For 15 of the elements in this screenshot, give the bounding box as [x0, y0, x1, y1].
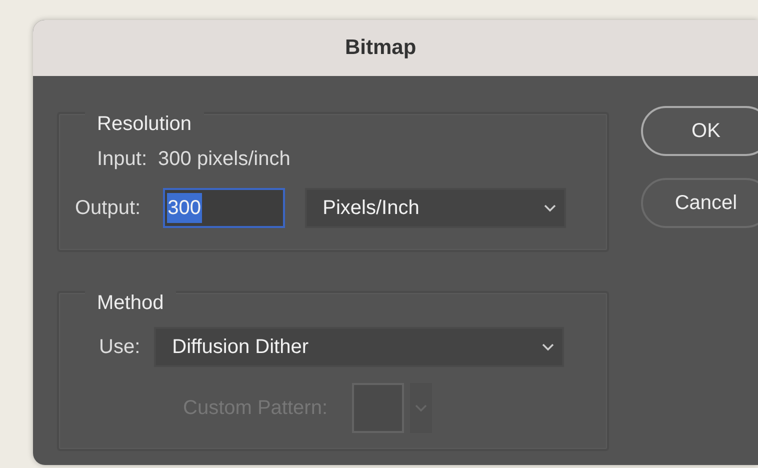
output-label: Output: — [75, 196, 141, 221]
input-label: Input: — [97, 147, 148, 172]
chevron-icon — [414, 404, 427, 412]
ok-button[interactable]: OK — [641, 106, 758, 156]
use-label: Use: — [99, 335, 140, 360]
unit-dropdown[interactable]: Pixels/Inch — [304, 188, 566, 228]
output-field[interactable]: 300 — [162, 188, 285, 228]
window-title: Bitmap — [345, 35, 416, 62]
pattern-swatch[interactable] — [352, 383, 404, 433]
method-dropdown[interactable]: Diffusion Dither — [154, 327, 564, 367]
chevron-icon — [542, 343, 554, 351]
pattern-dropdown[interactable] — [410, 383, 432, 433]
input-value: 300 pixels/inch — [158, 147, 290, 172]
chevron-icon — [544, 204, 556, 212]
cancel-button[interactable]: Cancel — [641, 178, 758, 228]
